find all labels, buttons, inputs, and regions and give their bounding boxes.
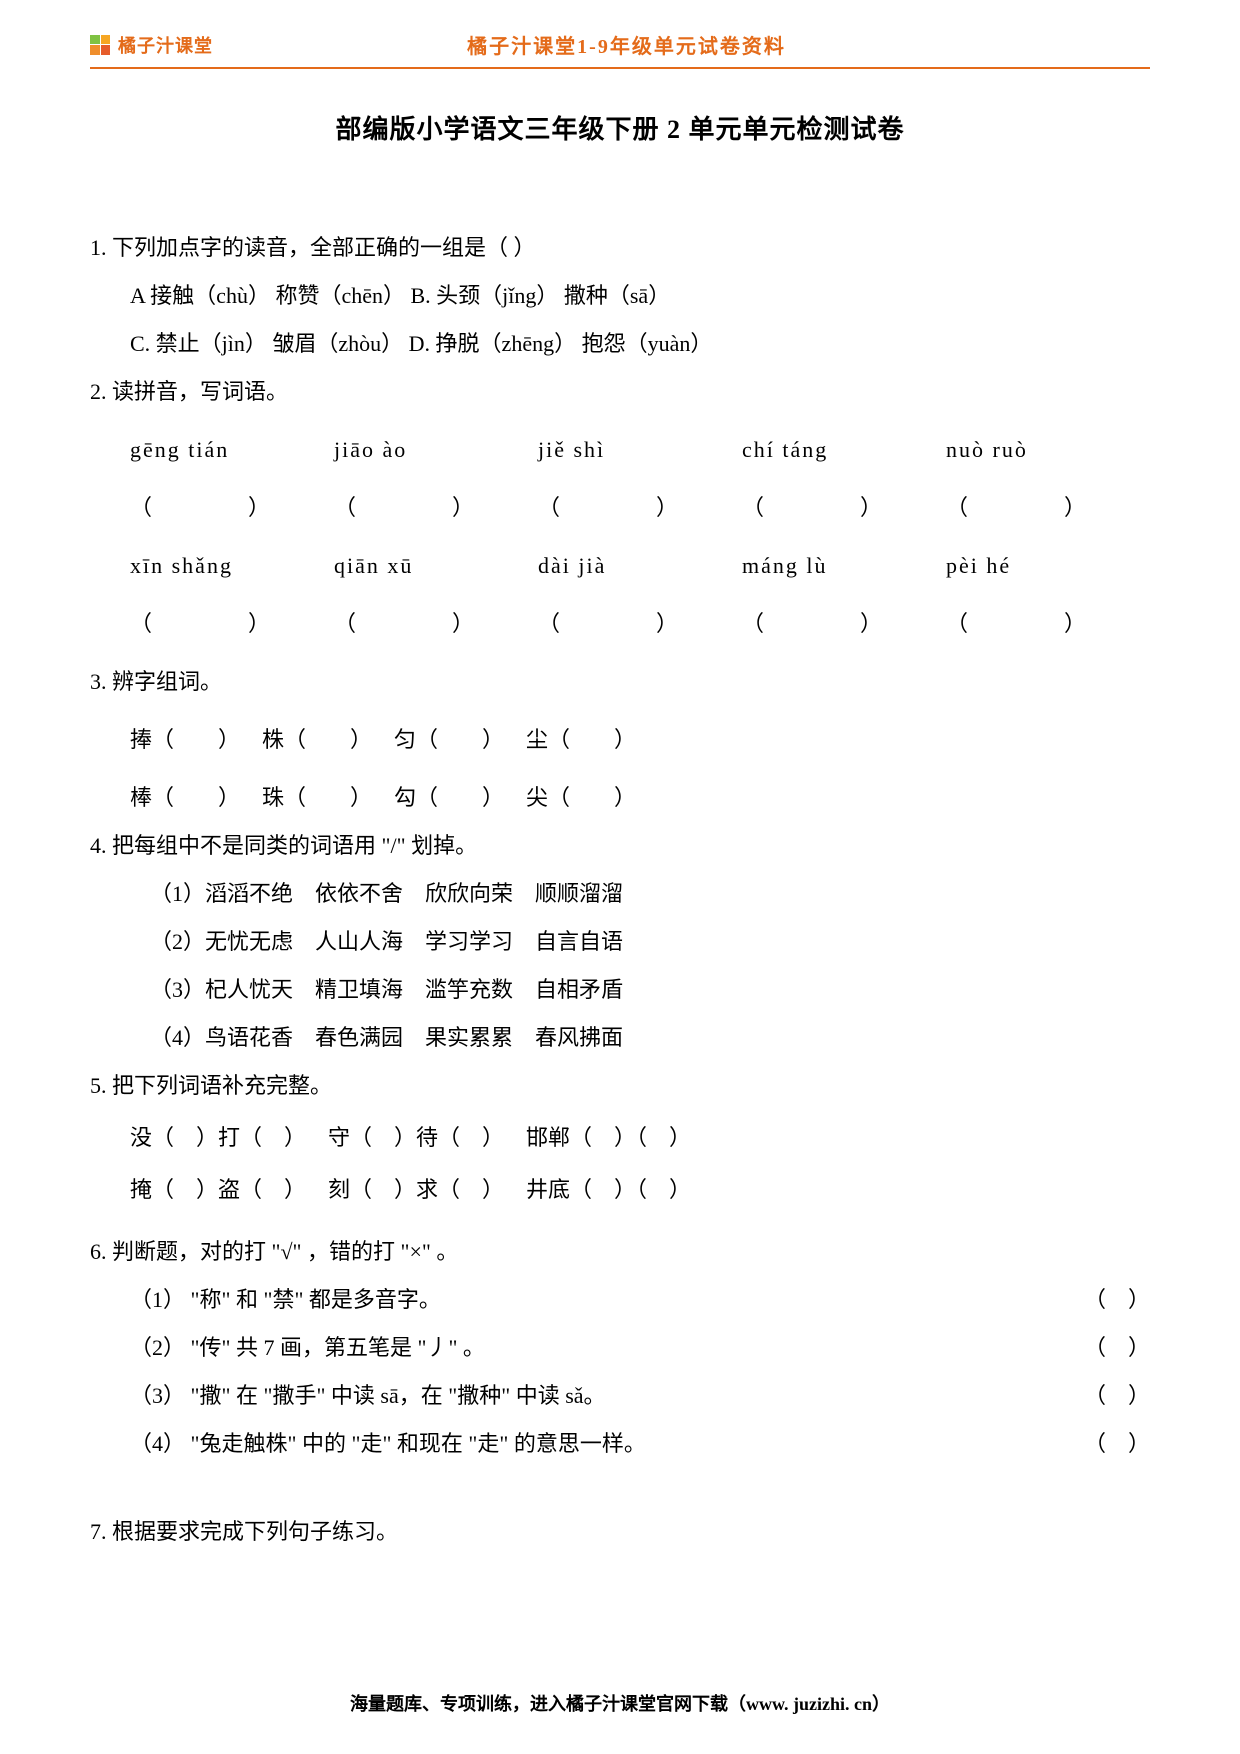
q1-stem: 1. 下列加点字的读音，全部正确的一组是（ ）: [90, 226, 1150, 270]
pinyin-item: jiě shì: [538, 437, 605, 462]
q6-item-3: （3） "撒" 在 "撒手" 中读 sā，在 "撒种" 中读 sǎ。 （ ）: [90, 1374, 1150, 1418]
q3-stem: 3. 辨字组词。: [90, 660, 1150, 704]
q1-option-c: C. 禁止（jìn） 皱眉（zhòu） D. 挣脱（zhēng） 抱怨（yuàn…: [90, 322, 1150, 366]
judge-blank: （ ）: [1040, 1278, 1150, 1322]
worksheet-body: 1. 下列加点字的读音，全部正确的一组是（ ） A 接触（chù） 称赞（chē…: [90, 226, 1150, 1554]
pinyin-item: máng lù: [742, 553, 828, 578]
q6-stem: 6. 判断题，对的打 "√" ，错的打 "×" 。: [90, 1230, 1150, 1274]
q2-pinyin-row-2: xīn shǎng qiān xū dài jià máng lù pèi hé: [90, 544, 1150, 588]
pinyin-item: nuò ruò: [946, 437, 1028, 462]
pinyin-item: chí táng: [742, 437, 828, 462]
q2-blank-row-2: （） （） （） （） （）: [90, 602, 1150, 646]
q5-row-1: 没（ ）打（ ） 守（ ）待（ ） 邯郸（ ）（ ）: [90, 1116, 1150, 1160]
q5-row-2: 掩（ ）盗（ ） 刻（ ）求（ ） 井底（ ）（ ）: [90, 1168, 1150, 1212]
q4-group-1: （1）滔滔不绝 依依不舍 欣欣向荣 顺顺溜溜: [90, 872, 1150, 916]
judge-blank: （ ）: [1040, 1326, 1150, 1370]
q4-stem: 4. 把每组中不是同类的词语用 "/" 划掉。: [90, 824, 1150, 868]
page-footer: 海量题库、专项训练，进入橘子汁课堂官网下载（www. juzizhi. cn）: [0, 1690, 1240, 1716]
q2-pinyin-row-1: gēng tián jiāo ào jiě shì chí táng nuò r…: [90, 428, 1150, 472]
q4-group-2: （2）无忧无虑 人山人海 学习学习 自言自语: [90, 920, 1150, 964]
q5-stem: 5. 把下列词语补充完整。: [90, 1064, 1150, 1108]
q2-blank-row-1: （） （） （） （） （）: [90, 486, 1150, 530]
q6-item-1: （1） "称" 和 "禁" 都是多音字。 （ ）: [90, 1278, 1150, 1322]
q6-item-2: （2） "传" 共 7 画，第五笔是 "丿" 。 （ ）: [90, 1326, 1150, 1370]
judge-blank: （ ）: [1040, 1422, 1150, 1466]
q3-row-2: 棒（ ） 珠（ ） 勾（ ） 尖（ ）: [90, 776, 1150, 820]
pinyin-item: jiāo ào: [334, 437, 407, 462]
pinyin-item: qiān xū: [334, 553, 413, 578]
judge-text: （2） "传" 共 7 画，第五笔是 "丿" 。: [130, 1326, 1040, 1370]
header-title: 橘子汁课堂1-9年级单元试卷资料: [103, 30, 1150, 59]
pinyin-item: gēng tián: [130, 437, 229, 462]
q6-item-4: （4） "兔走触株" 中的 "走" 和现在 "走" 的意思一样。 （ ）: [90, 1422, 1150, 1466]
q4-group-3: （3）杞人忧天 精卫填海 滥竽充数 自相矛盾: [90, 968, 1150, 1012]
q3-row-1: 捧（ ） 株（ ） 匀（ ） 尘（ ）: [90, 718, 1150, 762]
pinyin-item: dài jià: [538, 553, 606, 578]
q7-stem: 7. 根据要求完成下列句子练习。: [90, 1510, 1150, 1554]
pinyin-item: xīn shǎng: [130, 553, 233, 578]
q1-option-a: A 接触（chù） 称赞（chēn） B. 头颈（jǐng） 撒种（sā）: [90, 274, 1150, 318]
judge-blank: （ ）: [1040, 1374, 1150, 1418]
judge-text: （1） "称" 和 "禁" 都是多音字。: [130, 1278, 1040, 1322]
q4-group-4: （4）鸟语花香 春色满园 果实累累 春风拂面: [90, 1016, 1150, 1060]
page-header: 橘子汁课堂 橘子汁课堂1-9年级单元试卷资料: [90, 30, 1150, 59]
judge-text: （3） "撒" 在 "撒手" 中读 sā，在 "撒种" 中读 sǎ。: [130, 1374, 1040, 1418]
header-divider: [90, 67, 1150, 69]
judge-text: （4） "兔走触株" 中的 "走" 和现在 "走" 的意思一样。: [130, 1422, 1040, 1466]
q2-stem: 2. 读拼音，写词语。: [90, 370, 1150, 414]
pinyin-item: pèi hé: [946, 553, 1011, 578]
page-title: 部编版小学语文三年级下册 2 单元单元检测试卷: [90, 109, 1150, 146]
